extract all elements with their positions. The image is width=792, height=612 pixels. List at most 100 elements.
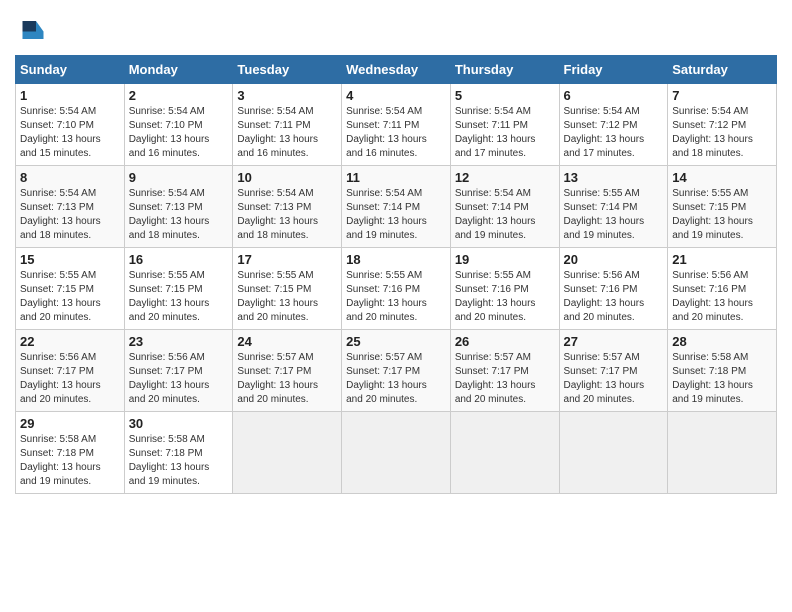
day-info: Sunrise: 5:54 AM Sunset: 7:12 PM Dayligh… [672, 105, 772, 161]
day-cell: 8 Sunrise: 5:54 AM Sunset: 7:13 PM Daylig… [16, 166, 125, 248]
day-info: Sunrise: 5:54 AM Sunset: 7:14 PM Dayligh… [455, 187, 555, 243]
day-info: Sunrise: 5:55 AM Sunset: 7:15 PM Dayligh… [129, 269, 229, 325]
header-cell-saturday: Saturday [668, 56, 777, 84]
day-number: 28 [672, 334, 772, 349]
day-cell: 28 Sunrise: 5:58 AM Sunset: 7:18 PM Dayli… [668, 330, 777, 412]
day-cell: 12 Sunrise: 5:54 AM Sunset: 7:14 PM Dayli… [450, 166, 559, 248]
day-cell: 29 Sunrise: 5:58 AM Sunset: 7:18 PM Dayli… [16, 412, 125, 494]
day-cell: 6 Sunrise: 5:54 AM Sunset: 7:12 PM Daylig… [559, 84, 668, 166]
day-cell: 7 Sunrise: 5:54 AM Sunset: 7:12 PM Daylig… [668, 84, 777, 166]
day-number: 5 [455, 88, 555, 103]
day-cell: 26 Sunrise: 5:57 AM Sunset: 7:17 PM Dayli… [450, 330, 559, 412]
day-info: Sunrise: 5:55 AM Sunset: 7:15 PM Dayligh… [237, 269, 337, 325]
logo-icon [15, 15, 45, 45]
header-cell-thursday: Thursday [450, 56, 559, 84]
header-row: SundayMondayTuesdayWednesdayThursdayFrid… [16, 56, 777, 84]
day-info: Sunrise: 5:54 AM Sunset: 7:12 PM Dayligh… [564, 105, 664, 161]
day-info: Sunrise: 5:54 AM Sunset: 7:11 PM Dayligh… [455, 105, 555, 161]
day-info: Sunrise: 5:56 AM Sunset: 7:17 PM Dayligh… [129, 351, 229, 407]
day-cell [233, 412, 342, 494]
week-row-3: 15 Sunrise: 5:55 AM Sunset: 7:15 PM Dayli… [16, 248, 777, 330]
day-number: 10 [237, 170, 337, 185]
day-cell: 25Sunrise: 5:57 AM Sunset: 7:17 PM Dayli… [342, 330, 451, 412]
day-number: 21 [672, 252, 772, 267]
day-number: 13 [564, 170, 664, 185]
day-number: 15 [20, 252, 120, 267]
day-info: Sunrise: 5:55 AM Sunset: 7:14 PM Dayligh… [564, 187, 664, 243]
day-info: Sunrise: 5:56 AM Sunset: 7:17 PM Dayligh… [20, 351, 120, 407]
day-info: Sunrise: 5:55 AM Sunset: 7:16 PM Dayligh… [455, 269, 555, 325]
day-info: Sunrise: 5:54 AM Sunset: 7:11 PM Dayligh… [237, 105, 337, 161]
day-cell: 2Sunrise: 5:54 AM Sunset: 7:10 PM Daylig… [124, 84, 233, 166]
week-row-2: 8 Sunrise: 5:54 AM Sunset: 7:13 PM Daylig… [16, 166, 777, 248]
day-number: 7 [672, 88, 772, 103]
day-info: Sunrise: 5:54 AM Sunset: 7:13 PM Dayligh… [129, 187, 229, 243]
day-cell: 30Sunrise: 5:58 AM Sunset: 7:18 PM Dayli… [124, 412, 233, 494]
day-info: Sunrise: 5:55 AM Sunset: 7:15 PM Dayligh… [672, 187, 772, 243]
day-cell: 18 Sunrise: 5:55 AM Sunset: 7:16 PM Dayli… [342, 248, 451, 330]
day-info: Sunrise: 5:55 AM Sunset: 7:15 PM Dayligh… [20, 269, 120, 325]
header-cell-monday: Monday [124, 56, 233, 84]
day-cell [342, 412, 451, 494]
header-cell-tuesday: Tuesday [233, 56, 342, 84]
day-number: 14 [672, 170, 772, 185]
day-number: 20 [564, 252, 664, 267]
day-number: 3 [237, 88, 337, 103]
day-number: 9 [129, 170, 229, 185]
day-cell: 15 Sunrise: 5:55 AM Sunset: 7:15 PM Dayli… [16, 248, 125, 330]
header [15, 15, 777, 45]
day-cell: 19Sunrise: 5:55 AM Sunset: 7:16 PM Dayli… [450, 248, 559, 330]
day-number: 27 [564, 334, 664, 349]
day-info: Sunrise: 5:57 AM Sunset: 7:17 PM Dayligh… [455, 351, 555, 407]
day-info: Sunrise: 5:54 AM Sunset: 7:10 PM Dayligh… [129, 105, 229, 161]
header-cell-sunday: Sunday [16, 56, 125, 84]
day-cell: 10 Sunrise: 5:54 AM Sunset: 7:13 PM Dayli… [233, 166, 342, 248]
day-info: Sunrise: 5:58 AM Sunset: 7:18 PM Dayligh… [129, 433, 229, 489]
day-number: 18 [346, 252, 446, 267]
day-info: Sunrise: 5:58 AM Sunset: 7:18 PM Dayligh… [672, 351, 772, 407]
day-info: Sunrise: 5:54 AM Sunset: 7:14 PM Dayligh… [346, 187, 446, 243]
day-info: Sunrise: 5:57 AM Sunset: 7:17 PM Dayligh… [237, 351, 337, 407]
calendar-body: 1 Sunrise: 5:54 AM Sunset: 7:10 PM Daylig… [16, 84, 777, 494]
day-info: Sunrise: 5:58 AM Sunset: 7:18 PM Dayligh… [20, 433, 120, 489]
day-number: 1 [20, 88, 120, 103]
day-number: 17 [237, 252, 337, 267]
week-row-1: 1 Sunrise: 5:54 AM Sunset: 7:10 PM Daylig… [16, 84, 777, 166]
day-info: Sunrise: 5:56 AM Sunset: 7:16 PM Dayligh… [564, 269, 664, 325]
day-cell [668, 412, 777, 494]
day-cell: 3 Sunrise: 5:54 AM Sunset: 7:11 PM Daylig… [233, 84, 342, 166]
day-number: 12 [455, 170, 555, 185]
day-info: Sunrise: 5:54 AM Sunset: 7:13 PM Dayligh… [237, 187, 337, 243]
day-info: Sunrise: 5:55 AM Sunset: 7:16 PM Dayligh… [346, 269, 446, 325]
day-cell: 13 Sunrise: 5:55 AM Sunset: 7:14 PM Dayli… [559, 166, 668, 248]
day-number: 22 [20, 334, 120, 349]
header-cell-wednesday: Wednesday [342, 56, 451, 84]
day-cell: 9 Sunrise: 5:54 AM Sunset: 7:13 PM Daylig… [124, 166, 233, 248]
day-number: 29 [20, 416, 120, 431]
day-cell: 17 Sunrise: 5:55 AM Sunset: 7:15 PM Dayli… [233, 248, 342, 330]
header-cell-friday: Friday [559, 56, 668, 84]
day-cell: 21Sunrise: 5:56 AM Sunset: 7:16 PM Dayli… [668, 248, 777, 330]
day-cell: 22 Sunrise: 5:56 AM Sunset: 7:17 PM Dayli… [16, 330, 125, 412]
day-info: Sunrise: 5:54 AM Sunset: 7:11 PM Dayligh… [346, 105, 446, 161]
day-cell: 16Sunrise: 5:55 AM Sunset: 7:15 PM Dayli… [124, 248, 233, 330]
day-number: 4 [346, 88, 446, 103]
day-cell: 14 Sunrise: 5:55 AM Sunset: 7:15 PM Dayli… [668, 166, 777, 248]
day-cell: 24Sunrise: 5:57 AM Sunset: 7:17 PM Dayli… [233, 330, 342, 412]
day-cell: 1 Sunrise: 5:54 AM Sunset: 7:10 PM Daylig… [16, 84, 125, 166]
day-info: Sunrise: 5:54 AM Sunset: 7:10 PM Dayligh… [20, 105, 120, 161]
day-number: 26 [455, 334, 555, 349]
day-number: 11 [346, 170, 446, 185]
day-info: Sunrise: 5:57 AM Sunset: 7:17 PM Dayligh… [564, 351, 664, 407]
day-cell: 4 Sunrise: 5:54 AM Sunset: 7:11 PM Daylig… [342, 84, 451, 166]
day-cell: 23 Sunrise: 5:56 AM Sunset: 7:17 PM Dayli… [124, 330, 233, 412]
week-row-4: 22 Sunrise: 5:56 AM Sunset: 7:17 PM Dayli… [16, 330, 777, 412]
day-cell: 20 Sunrise: 5:56 AM Sunset: 7:16 PM Dayli… [559, 248, 668, 330]
calendar-header: SundayMondayTuesdayWednesdayThursdayFrid… [16, 56, 777, 84]
day-number: 23 [129, 334, 229, 349]
day-number: 8 [20, 170, 120, 185]
day-info: Sunrise: 5:54 AM Sunset: 7:13 PM Dayligh… [20, 187, 120, 243]
day-cell [559, 412, 668, 494]
day-number: 6 [564, 88, 664, 103]
day-cell: 27 Sunrise: 5:57 AM Sunset: 7:17 PM Dayli… [559, 330, 668, 412]
